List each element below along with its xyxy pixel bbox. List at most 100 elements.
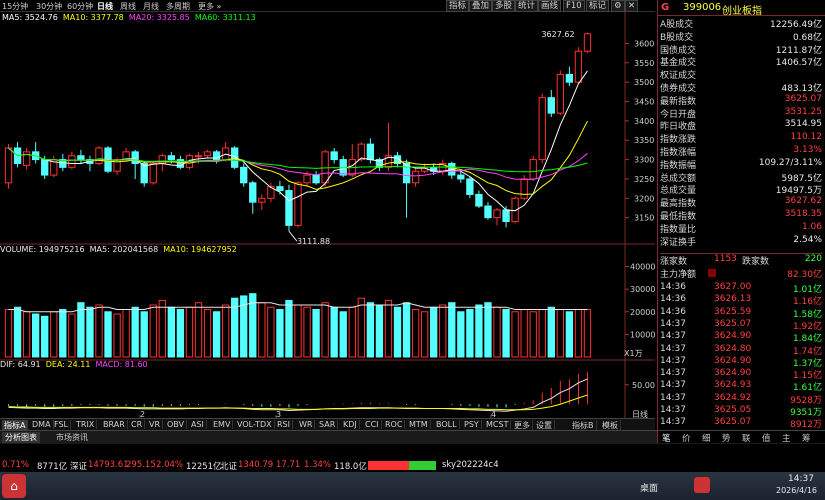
- period-30min[interactable]: 30分钟: [36, 1, 62, 12]
- status-seg1-amt: 8771亿: [37, 462, 68, 472]
- tab-indicator-boll[interactable]: BOLL: [434, 420, 460, 429]
- volume-bar: [22, 311, 31, 358]
- volume-tick: 40000: [630, 263, 655, 272]
- tick-price: 3625.07: [714, 318, 752, 329]
- volume-bar: [574, 309, 583, 358]
- volume-bar: [95, 304, 103, 358]
- tick-price: 3627.00: [714, 282, 752, 292]
- draw-line-button[interactable]: 画线: [538, 0, 562, 12]
- kline-chart[interactable]: 3600 3550 3500 3450 3400 3350 3300 3250 3200 3150…: [0, 12, 655, 418]
- net-flow-row: 主力净额 82.30亿: [660, 267, 822, 280]
- tab-indicator-cci[interactable]: CCI: [363, 420, 382, 429]
- stat-value: 1.06: [801, 221, 822, 232]
- tab-indicator-emv[interactable]: EMV: [211, 420, 234, 429]
- volume-bar: [348, 306, 356, 358]
- tab-indicator-brar[interactable]: BRAR: [101, 420, 128, 429]
- taskbar: ⌂ 桌面 14:37 2026/4/16: [0, 472, 825, 500]
- stat-value: 1211.87亿: [775, 45, 822, 56]
- dea-line: [8, 394, 588, 411]
- period-multi[interactable]: 多周期: [166, 1, 190, 12]
- panel-tab[interactable]: 笔: [662, 432, 671, 444]
- volume-bar: [122, 309, 130, 358]
- breadth-bar: [368, 461, 436, 470]
- stat-label: 最高指数: [660, 199, 697, 210]
- tick-volume: 9351万: [790, 408, 822, 418]
- period-daily[interactable]: 日线: [97, 1, 113, 12]
- tab-indicator-fsl[interactable]: FSL: [52, 420, 71, 429]
- mark-button[interactable]: 标记: [586, 0, 610, 12]
- period-more[interactable]: 更多 »: [198, 1, 221, 12]
- desktop-label[interactable]: 桌面: [640, 481, 658, 494]
- sz-amount: 12251亿: [186, 462, 222, 472]
- tick-row: 14:37 3625.07 8912万: [660, 417, 822, 430]
- stat-label: 总成交额: [660, 173, 697, 184]
- tab-indicator-sar[interactable]: SAR: [317, 420, 339, 429]
- panel-tab[interactable]: 值: [762, 432, 771, 444]
- volume-bar: [547, 306, 555, 358]
- status-bar: 0.71% 8771亿 深证 14793.61 295.15 2.04% 122…: [0, 460, 825, 472]
- macd-legend: DIF: 64.91 DEA: 24.11 MACD: 81.60: [0, 360, 148, 369]
- tick-volume: 1.01亿: [792, 285, 822, 295]
- tab-indicator-kdj[interactable]: KDJ: [341, 420, 360, 429]
- multi-stock-button[interactable]: 多股: [492, 0, 516, 12]
- gear-icon[interactable]: ⚙: [611, 0, 625, 12]
- tab-indicator-rsi[interactable]: RSI: [275, 420, 293, 429]
- tick-price: 3624.92: [714, 392, 752, 403]
- tab-indicator-asi[interactable]: ASI: [189, 420, 207, 429]
- indicator-button[interactable]: 指标: [446, 0, 470, 12]
- tab-indicator-cr[interactable]: CR: [129, 420, 146, 429]
- stat-label: 深证换手: [660, 237, 697, 248]
- tab-indicator-vol-tdx[interactable]: VOL-TDX: [235, 420, 275, 429]
- tab-analysis-chart[interactable]: 分析图表: [2, 432, 40, 443]
- period-weekly[interactable]: 周线: [120, 1, 136, 12]
- g-marker: G: [661, 2, 670, 13]
- tick-time: 14:36: [660, 282, 686, 292]
- overlay-button[interactable]: 叠加: [469, 0, 493, 12]
- volume-bar: [565, 311, 574, 358]
- app-logo-icon[interactable]: ⌂: [2, 474, 26, 498]
- tab-indicator-mtm[interactable]: MTM: [407, 420, 431, 429]
- panel-tab[interactable]: 细: [702, 432, 711, 444]
- volume-bar: [366, 302, 375, 358]
- up-count: 1153: [714, 254, 737, 264]
- volume-bar: [104, 311, 112, 358]
- volume-bar: [267, 306, 275, 358]
- panel-tab[interactable]: 势: [722, 432, 731, 444]
- date-tick: 2: [140, 410, 145, 418]
- tab-market-news[interactable]: 市场资讯: [56, 432, 88, 443]
- bz-label: 北证: [220, 462, 238, 472]
- candle-body: [276, 186, 284, 192]
- f10-button[interactable]: F10: [563, 0, 585, 12]
- tab-indicator-psy[interactable]: PSY: [462, 420, 482, 429]
- volume-tick: 10000: [630, 330, 655, 339]
- panel-tab[interactable]: 联: [742, 432, 751, 444]
- tab-indicator-mcst[interactable]: MCST: [484, 420, 512, 429]
- stat-label: 昨日收盘: [660, 122, 697, 133]
- tick-volume: 9528万: [790, 395, 822, 406]
- tab-indicator-vr[interactable]: VR: [147, 420, 164, 429]
- stat-label: 指数涨跌: [660, 135, 697, 146]
- panel-tab[interactable]: 价: [682, 432, 691, 444]
- panel-tab[interactable]: 筹: [802, 432, 811, 444]
- statistics-button[interactable]: 统计: [515, 0, 539, 12]
- candle-body: [203, 151, 212, 157]
- candle-body: [484, 205, 492, 219]
- tab-indicator-trix[interactable]: TRIX: [74, 420, 98, 429]
- panel-tabs: 笔价细势联值主筹: [658, 430, 825, 444]
- period-15min[interactable]: 15分钟: [2, 1, 28, 12]
- tab-indicator-wr[interactable]: WR: [297, 420, 316, 429]
- price-tick: 3500: [634, 78, 654, 87]
- period-60min[interactable]: 60分钟: [67, 1, 93, 12]
- price-tick: 3600: [634, 39, 654, 48]
- close-icon[interactable]: ✕: [625, 0, 639, 12]
- stat-row: 昨日收盘 3514.95: [660, 119, 822, 132]
- candle-body: [529, 159, 537, 180]
- period-monthly[interactable]: 月线: [143, 1, 159, 12]
- panel-tab[interactable]: 主: [782, 432, 791, 444]
- stat-value: 12256.49亿: [770, 20, 822, 30]
- tab-indicator-obv[interactable]: OBV: [165, 420, 188, 429]
- tray-app-icon[interactable]: [694, 477, 710, 493]
- tab-indicator-dma[interactable]: DMA: [30, 420, 54, 429]
- stat-value: 19497.5万: [775, 186, 822, 197]
- tab-indicator-roc[interactable]: ROC: [383, 420, 406, 429]
